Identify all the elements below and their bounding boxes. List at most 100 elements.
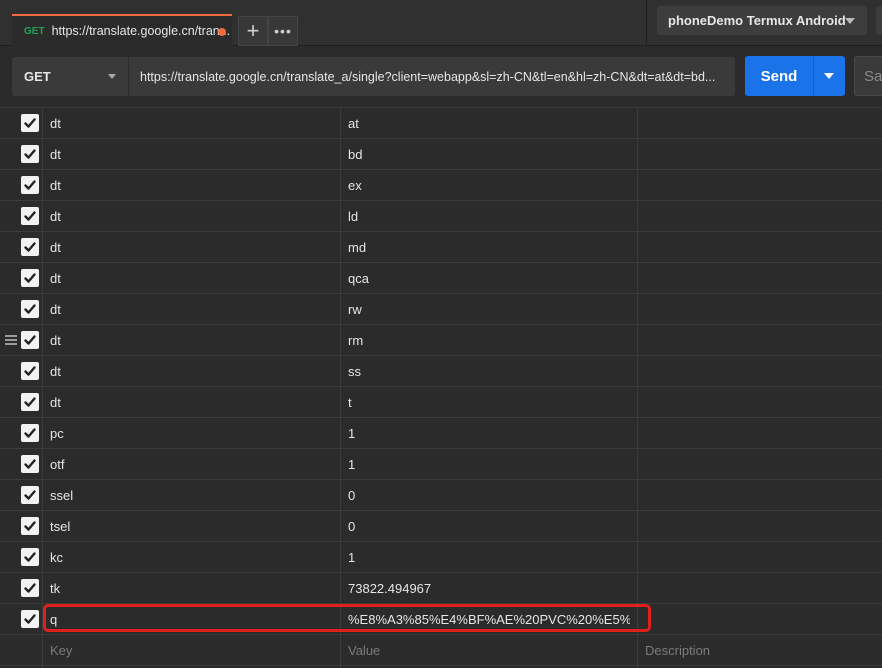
param-key[interactable]: tsel — [50, 511, 335, 541]
divider — [646, 0, 647, 46]
param-value[interactable]: t — [348, 387, 630, 417]
method-select[interactable]: GET — [12, 57, 128, 96]
checkmark-icon — [24, 242, 36, 252]
param-description[interactable] — [645, 263, 875, 293]
checkmark-icon — [24, 366, 36, 376]
param-key[interactable]: dt — [50, 201, 335, 231]
param-key[interactable]: otf — [50, 449, 335, 479]
param-row: q %E8%A3%85%E4%BF%AE%20PVC%20%E5%AE%... — [0, 604, 882, 635]
param-description[interactable] — [645, 325, 875, 355]
save-button[interactable]: Sav — [854, 56, 882, 96]
ellipsis-icon: ••• — [274, 23, 292, 39]
param-key[interactable]: pc — [50, 418, 335, 448]
environment-quick-look-button[interactable] — [876, 6, 882, 35]
param-description[interactable] — [645, 387, 875, 417]
param-key[interactable]: dt — [50, 263, 335, 293]
param-key[interactable]: dt — [50, 387, 335, 417]
param-checkbox[interactable] — [21, 486, 39, 504]
url-input[interactable]: https://translate.google.cn/translate_a/… — [129, 57, 735, 96]
param-description[interactable] — [645, 480, 875, 510]
param-row: dt ld — [0, 201, 882, 232]
param-description[interactable] — [645, 418, 875, 448]
param-checkbox[interactable] — [21, 145, 39, 163]
param-value[interactable]: 73822.494967 — [348, 573, 630, 603]
param-checkbox[interactable] — [21, 207, 39, 225]
url-text: https://translate.google.cn/translate_a/… — [140, 69, 716, 84]
param-description[interactable] — [645, 573, 875, 603]
param-description[interactable] — [645, 232, 875, 262]
param-key[interactable]: tk — [50, 573, 335, 603]
param-key[interactable]: dt — [50, 139, 335, 169]
save-label: Sav — [864, 67, 882, 85]
param-checkbox[interactable] — [21, 300, 39, 318]
param-value[interactable]: rw — [348, 294, 630, 324]
new-param-row[interactable]: Key Value Description — [0, 635, 882, 666]
param-checkbox[interactable] — [21, 455, 39, 473]
param-value[interactable]: %E8%A3%85%E4%BF%AE%20PVC%20%E5%AE%... — [348, 604, 630, 634]
param-description[interactable] — [645, 170, 875, 200]
param-key[interactable]: q — [50, 604, 335, 634]
param-row: dt t — [0, 387, 882, 418]
param-checkbox[interactable] — [21, 362, 39, 380]
divider — [813, 56, 814, 96]
checkmark-icon — [24, 335, 36, 345]
param-key[interactable]: dt — [50, 232, 335, 262]
send-options-chevron-icon[interactable] — [824, 73, 834, 79]
param-checkbox[interactable] — [21, 610, 39, 628]
param-description[interactable] — [645, 139, 875, 169]
send-button[interactable]: Send — [745, 56, 845, 96]
checkmark-icon — [24, 490, 36, 500]
param-checkbox[interactable] — [21, 579, 39, 597]
new-description-placeholder[interactable]: Description — [645, 635, 875, 665]
tab-more-button[interactable]: ••• — [268, 16, 298, 46]
new-key-placeholder[interactable]: Key — [50, 635, 335, 665]
param-description[interactable] — [645, 294, 875, 324]
param-value[interactable]: ex — [348, 170, 630, 200]
param-value[interactable]: bd — [348, 139, 630, 169]
param-checkbox[interactable] — [21, 269, 39, 287]
checkmark-icon — [24, 118, 36, 128]
param-description[interactable] — [645, 108, 875, 138]
param-description[interactable] — [645, 201, 875, 231]
param-description[interactable] — [645, 542, 875, 572]
param-value[interactable]: ld — [348, 201, 630, 231]
param-description[interactable] — [645, 356, 875, 386]
checkmark-icon — [24, 428, 36, 438]
param-value[interactable]: rm — [348, 325, 630, 355]
param-description[interactable] — [645, 604, 875, 634]
param-checkbox[interactable] — [21, 548, 39, 566]
param-checkbox[interactable] — [21, 114, 39, 132]
param-key[interactable]: dt — [50, 294, 335, 324]
param-checkbox[interactable] — [21, 176, 39, 194]
param-value[interactable]: 1 — [348, 449, 630, 479]
param-key[interactable]: dt — [50, 170, 335, 200]
param-value[interactable]: md — [348, 232, 630, 262]
param-value[interactable]: at — [348, 108, 630, 138]
param-key[interactable]: dt — [50, 356, 335, 386]
param-key[interactable]: dt — [50, 325, 335, 355]
drag-handle-icon[interactable] — [5, 335, 17, 345]
param-key[interactable]: ssel — [50, 480, 335, 510]
param-key[interactable]: dt — [50, 108, 335, 138]
new-value-placeholder[interactable]: Value — [348, 635, 630, 665]
param-row: dt at — [0, 108, 882, 139]
new-tab-button[interactable]: + — [238, 16, 268, 46]
param-value[interactable]: 0 — [348, 511, 630, 541]
checkmark-icon — [24, 211, 36, 221]
param-row: tk 73822.494967 — [0, 573, 882, 604]
environment-select[interactable]: phoneDemo Termux Android — [657, 6, 867, 35]
param-value[interactable]: ss — [348, 356, 630, 386]
param-key[interactable]: kc — [50, 542, 335, 572]
param-value[interactable]: qca — [348, 263, 630, 293]
request-tab[interactable]: GET https://translate.google.cn/tran... — [12, 14, 232, 46]
param-value[interactable]: 0 — [348, 480, 630, 510]
param-description[interactable] — [645, 511, 875, 541]
param-checkbox[interactable] — [21, 238, 39, 256]
param-checkbox[interactable] — [21, 424, 39, 442]
param-value[interactable]: 1 — [348, 418, 630, 448]
param-description[interactable] — [645, 449, 875, 479]
param-checkbox[interactable] — [21, 393, 39, 411]
param-checkbox[interactable] — [21, 331, 39, 349]
param-checkbox[interactable] — [21, 517, 39, 535]
param-value[interactable]: 1 — [348, 542, 630, 572]
